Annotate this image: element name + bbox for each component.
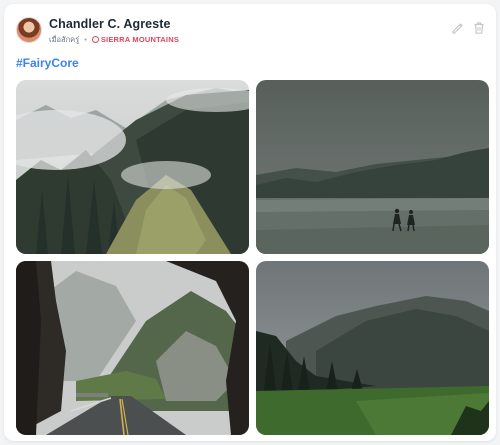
hashtag-link[interactable]: #FairyCore [16, 56, 79, 70]
trash-icon [474, 22, 484, 34]
photo-mountain-meadow[interactable] [256, 261, 489, 435]
edit-button[interactable] [450, 20, 466, 36]
location-label: SIERRA MOUNTAINS [100, 35, 180, 44]
meta-separator: • [84, 35, 87, 44]
photo-field-couple[interactable] [256, 80, 489, 254]
photo-canyon-road[interactable] [16, 261, 249, 435]
avatar[interactable] [16, 17, 42, 43]
post-header: Chandler C. Agreste เมื่อสักครู่ • SIERRA … [4, 4, 496, 48]
photo-misty-ridge[interactable] [16, 80, 249, 254]
post-meta: เมื่อสักครู่ • SIERRA MOUNTAINS [49, 34, 179, 46]
delete-button[interactable] [471, 20, 487, 36]
pencil-icon [452, 23, 463, 34]
location-tag[interactable]: SIERRA MOUNTAINS [91, 35, 180, 44]
post-card: Chandler C. Agreste เมื่อสักครู่ • SIERRA … [4, 4, 496, 441]
post-time: เมื่อสักครู่ [49, 35, 80, 44]
location-pin-icon [91, 36, 99, 43]
author-name[interactable]: Chandler C. Agreste [49, 17, 171, 31]
